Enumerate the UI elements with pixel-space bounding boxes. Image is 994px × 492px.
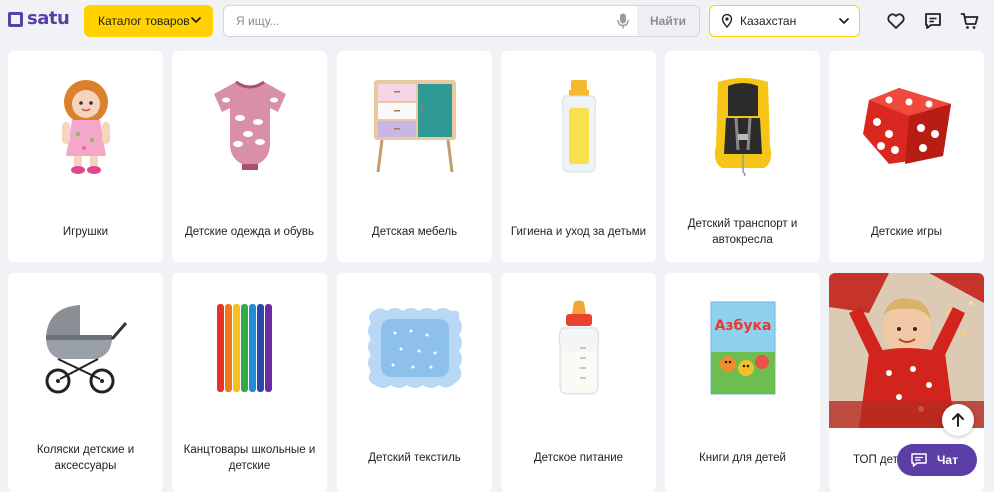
logo-text: satu <box>27 8 70 29</box>
category-label: Детские одежда и обувь <box>184 225 315 238</box>
doll-image <box>8 51 163 201</box>
chevron-down-icon <box>839 18 849 24</box>
microphone-icon[interactable] <box>616 13 630 29</box>
category-card[interactable]: Детский текстиль <box>337 273 492 492</box>
messages-icon[interactable] <box>923 11 943 31</box>
heart-icon[interactable] <box>886 11 906 31</box>
category-card[interactable]: Детские одежда и обувь <box>172 51 327 262</box>
satu-logo[interactable]: satu <box>8 8 70 29</box>
baby-bodysuit-image <box>172 51 327 201</box>
book-cover-title: Азбука <box>714 318 771 334</box>
category-card[interactable]: Коляски детские и аксессуары <box>8 273 163 492</box>
dresser-image <box>337 51 492 201</box>
category-label: Детские игры <box>870 225 943 238</box>
scroll-to-top-button[interactable] <box>942 404 974 436</box>
cart-icon[interactable] <box>960 11 980 31</box>
catalog-button-label: Каталог товаров <box>98 14 190 28</box>
category-label: Детское питание <box>533 451 624 464</box>
category-grid: Игрушки Детские одежда и обувь Детская м… <box>8 51 992 492</box>
search-button[interactable]: Найти <box>637 6 699 36</box>
category-label: Книги для детей <box>699 451 786 464</box>
pillow-image <box>337 273 492 423</box>
baby-lotion-bottle-image <box>501 51 656 201</box>
chat-button-label: Чат <box>937 453 958 467</box>
category-label: Детская мебель <box>371 225 458 238</box>
category-card[interactable]: Детская мебель <box>337 51 492 262</box>
location-pin-icon <box>721 14 733 28</box>
category-label: Игрушки <box>62 225 109 238</box>
category-card[interactable]: Детский транспорт и автокресла <box>665 51 820 262</box>
category-card[interactable]: Канцтовары школьные и детские <box>172 273 327 492</box>
chevron-down-icon <box>191 17 201 23</box>
search-input[interactable] <box>224 6 604 36</box>
baby-bottle-image <box>501 273 656 423</box>
region-selector[interactable]: Казахстан <box>709 5 860 37</box>
category-label: Детский текстиль <box>368 451 461 464</box>
arrow-up-icon <box>952 413 964 427</box>
category-card[interactable]: Гигиена и уход за детьми <box>501 51 656 262</box>
search-bar: Найти <box>223 5 700 37</box>
dice-image <box>829 51 984 201</box>
chat-button[interactable]: Чат <box>897 444 977 476</box>
category-card[interactable]: Детские игры <box>829 51 984 262</box>
category-label: Коляски детские и аксессуары <box>36 443 135 472</box>
region-label: Казахстан <box>740 14 797 28</box>
book-image: Азбука <box>665 273 820 423</box>
category-label: Детский транспорт и автокресла <box>687 217 798 246</box>
category-label: Канцтовары школьные и детские <box>183 443 316 472</box>
category-card[interactable]: Игрушки <box>8 51 163 262</box>
logo-square-icon <box>8 11 23 27</box>
markers-image <box>172 273 327 423</box>
stroller-image <box>8 273 163 423</box>
category-label: Гигиена и уход за детьми <box>510 225 647 238</box>
catalog-button[interactable]: Каталог товаров <box>84 5 213 37</box>
chat-icon <box>911 453 927 467</box>
category-card[interactable]: Азбука Книги для детей <box>665 273 820 492</box>
header: satu Каталог товаров Найти Казахстан <box>0 0 994 42</box>
category-card[interactable]: Детское питание <box>501 273 656 492</box>
car-seat-image <box>665 51 820 201</box>
